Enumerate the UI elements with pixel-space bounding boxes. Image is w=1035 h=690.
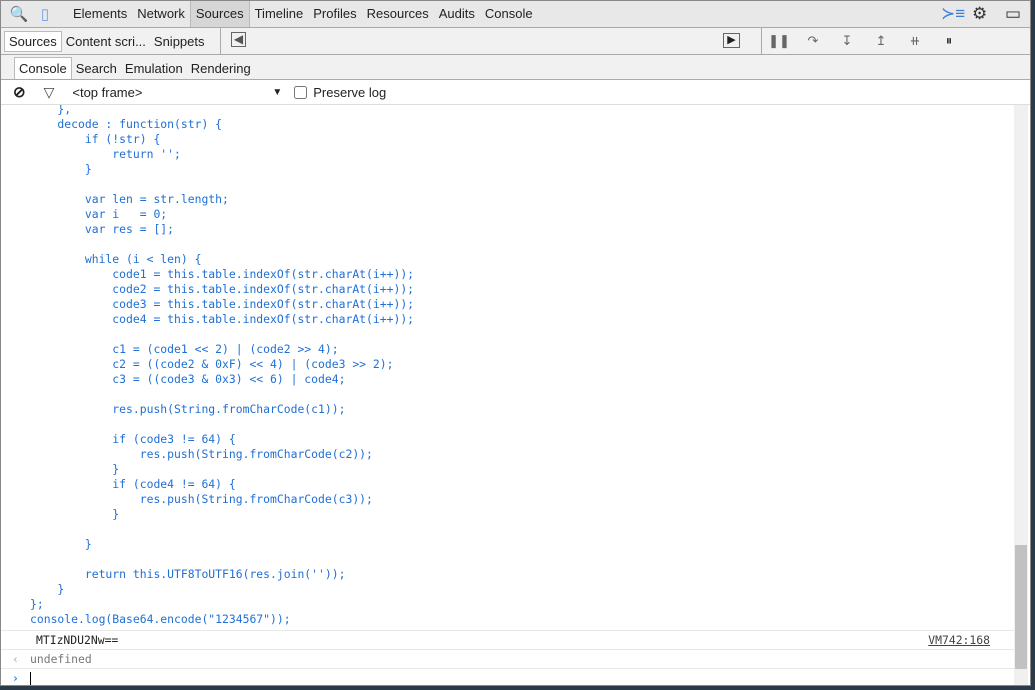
text-cursor [30, 671, 31, 685]
toggle-navigator-icon[interactable]: ◀ [231, 32, 246, 47]
console-prompt[interactable]: › [1, 668, 1014, 685]
preserve-log-label: Preserve log [313, 84, 387, 100]
clear-console-icon[interactable]: ⊘ [13, 83, 26, 101]
tab-network[interactable]: Network [132, 1, 190, 27]
toggle-debugger-icon[interactable]: ▶ [723, 33, 740, 48]
console-filter-bar: ⊘ ▽ <top frame> ▼ Preserve log [1, 80, 1030, 105]
scrollbar-thumb[interactable] [1015, 545, 1027, 669]
pause-on-exceptions-icon[interactable]: ⏸ [932, 33, 966, 49]
tab-console[interactable]: Console [480, 1, 538, 27]
drawer-tab-search[interactable]: Search [72, 58, 121, 79]
step-into-icon[interactable]: ↧ [830, 33, 864, 49]
console-output: }, decode : function(str) { if (!str) { … [1, 105, 1014, 685]
result-text: undefined [30, 652, 92, 666]
console-drawer-icon[interactable]: ≻≡ [941, 4, 965, 24]
nav-tab-2[interactable]: Snippets [150, 32, 209, 51]
device-mode-icon[interactable]: ▯ [32, 5, 58, 23]
gear-icon[interactable]: ⚙ [972, 4, 987, 24]
scrollbar[interactable] [1014, 105, 1028, 685]
drawer-tab-rendering[interactable]: Rendering [187, 58, 255, 79]
step-out-icon[interactable]: ↥ [864, 33, 898, 49]
tab-timeline[interactable]: Timeline [250, 1, 309, 27]
drawer-tab-console[interactable]: Console [14, 57, 72, 79]
search-icon[interactable]: 🔍 [6, 5, 32, 23]
sources-toolbar: Sources Content scri... Snippets ◀ ▶ ❚❚ ↷ … [1, 28, 1030, 55]
tab-resources[interactable]: Resources [362, 1, 434, 27]
result-arrow-icon: ‹ [12, 652, 19, 666]
command-echo: }, decode : function(str) { if (!str) { … [30, 105, 415, 626]
drawer-tab-emulation[interactable]: Emulation [121, 58, 187, 79]
log-text: MTIzNDU2Nw== [36, 633, 119, 647]
main-toolbar: 🔍 ▯ Elements Network Sources Timeline Profil… [1, 1, 1030, 28]
deactivate-breakpoints-icon[interactable]: ⧺ [898, 33, 932, 49]
nav-tab-1[interactable]: Content scri... [62, 32, 150, 51]
filter-icon[interactable]: ▽ [44, 84, 55, 101]
pause-icon[interactable]: ❚❚ [762, 33, 796, 49]
devtools-window: 🔍 ▯ Elements Network Sources Timeline Profil… [0, 0, 1031, 686]
dock-icon[interactable]: ▭ [1005, 4, 1021, 24]
tab-elements[interactable]: Elements [68, 1, 132, 27]
frame-select[interactable]: <top frame> [72, 85, 272, 100]
result-message: ‹ undefined [1, 649, 1014, 668]
tab-profiles[interactable]: Profiles [308, 1, 361, 27]
nav-tab-0[interactable]: Sources [4, 30, 62, 52]
tab-sources[interactable]: Sources [189, 1, 250, 27]
drawer-tabs: Console Search Emulation Rendering [1, 55, 1030, 80]
step-over-icon[interactable]: ↷ [796, 33, 830, 49]
prompt-icon: › [12, 671, 19, 685]
log-message: MTIzNDU2Nw== VM742:168 [1, 630, 1014, 649]
preserve-log-checkbox[interactable] [294, 85, 308, 99]
tab-audits[interactable]: Audits [434, 1, 480, 27]
source-link[interactable]: VM742:168 [928, 631, 990, 649]
chevron-down-icon[interactable]: ▼ [272, 87, 282, 98]
